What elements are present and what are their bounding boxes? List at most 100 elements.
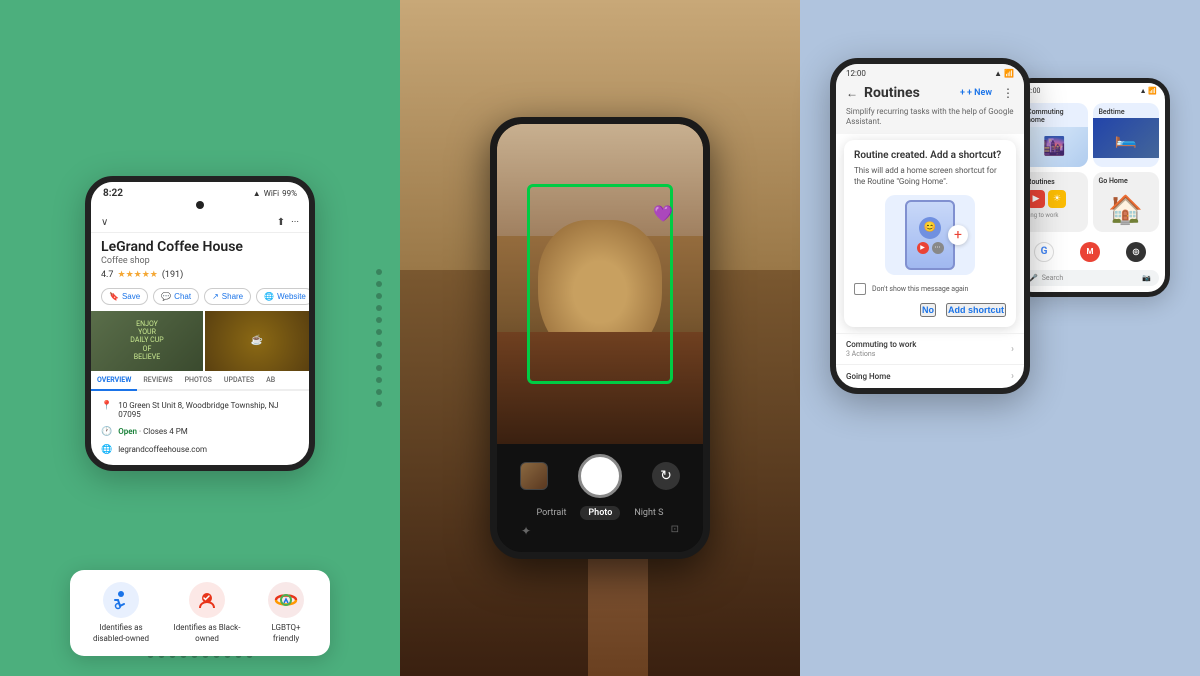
phones-container: 12:00 ▲ 📶 Commuting home 🌆 Bedtime 🛏️ Ro… <box>830 58 1170 618</box>
mode-photo[interactable]: Photo <box>580 506 620 520</box>
dont-show-checkbox[interactable]: Don't show this message again <box>854 283 1006 295</box>
maps-header: ∨ ⬆ ··· <box>91 213 309 233</box>
routine-commuting-title: Commuting to work <box>846 340 1011 349</box>
lgbtq-icon <box>268 582 304 618</box>
chevron-right-icon: › <box>1011 344 1014 355</box>
more-icon[interactable]: ··· <box>291 217 299 228</box>
new-routine-button[interactable]: + + New <box>960 88 992 98</box>
phone-right-back: 12:00 ▲ 📶 Commuting home 🌆 Bedtime 🛏️ Ro… <box>1010 78 1170 297</box>
black-owned-icon <box>189 582 225 618</box>
back-arrow-icon[interactable]: ← <box>846 86 858 100</box>
gmail-icon[interactable]: M <box>1080 242 1100 262</box>
face-emoji: 😊 <box>919 217 941 239</box>
checkbox[interactable] <box>854 283 866 295</box>
back-icon[interactable]: ∨ <box>101 217 108 228</box>
routine-item-commuting[interactable]: Commuting to work 3 Actions › <box>836 333 1024 364</box>
routine-dialog: Routine created. Add a shortcut? This wi… <box>844 140 1016 327</box>
more-options-icon[interactable]: ⋮ <box>1002 86 1014 100</box>
share-icon-btn: ↗ <box>212 292 219 301</box>
battery-icon: 99% <box>282 189 297 198</box>
lens-icon[interactable]: ◎ <box>1126 242 1146 262</box>
routines-subtitle: Simplify recurring tasks with the help o… <box>836 105 1024 134</box>
illo-gray-btn: ⋯ <box>932 242 944 254</box>
routine-going-home-title: Going Home <box>846 372 1011 381</box>
rating-section: 4.7 ★★★★★ (191) <box>91 268 309 284</box>
share-icon[interactable]: ⬆ <box>277 217 285 228</box>
tab-updates[interactable]: UPDATES <box>218 371 260 389</box>
status-bar: 8:22 ▲ WiFi 99% <box>91 182 309 201</box>
camera-dot <box>196 201 204 209</box>
maps-tabs: OVERVIEW REVIEWS PHOTOS UPDATES AB <box>91 371 309 391</box>
illo-red-btn: ▶ <box>917 242 929 254</box>
flip-camera-button[interactable]: ↻ <box>652 462 680 490</box>
place-type: Coffee shop <box>101 256 299 266</box>
gallery-thumbnail[interactable] <box>520 462 548 490</box>
wifi-icon: WiFi <box>264 189 279 198</box>
google-icons-row: G M ◎ <box>1015 238 1165 266</box>
card-commuting-home[interactable]: Commuting home 🌆 <box>1021 103 1088 167</box>
photo-2: ☕ <box>205 311 309 371</box>
focus-box <box>527 184 673 384</box>
save-button[interactable]: 🔖 Save <box>101 288 148 305</box>
camera-modes: Portrait Photo Night S <box>505 506 695 520</box>
phone-illustration: 😊 ▶ ⋯ + <box>905 200 955 270</box>
routine-going-home-info: Going Home <box>846 372 1011 382</box>
website-button[interactable]: 🌐 Website <box>256 288 309 305</box>
dots-decoration-left <box>376 269 382 407</box>
back-status-icons: ▲ 📶 <box>1140 87 1157 95</box>
checkbox-label: Don't show this message again <box>872 285 968 293</box>
photos-section: ENJOYYOURDAILY CUPOFBELIEVE ☕ <box>91 311 309 371</box>
card-go-home[interactable]: Go Home 🏠 <box>1093 172 1160 232</box>
stars-icon: ★★★★★ <box>118 270 158 280</box>
google-icon[interactable]: G <box>1034 242 1054 262</box>
card-routines[interactable]: Routines ▶ ☀ ting to work <box>1021 172 1088 232</box>
website-text: legrandcoffeehouse.com <box>118 445 207 454</box>
tab-photos[interactable]: PHOTOS <box>179 371 218 389</box>
front-status-time: 12:00 <box>846 69 866 78</box>
front-status-icons: ▲ 📶 <box>994 69 1014 78</box>
camera-footer: ↻ Portrait Photo Night S ✦ ⊡ <box>497 444 703 552</box>
go-home-image: 🏠 <box>1093 187 1160 232</box>
routines-icons: ▶ ☀ <box>1027 190 1066 208</box>
tab-overview[interactable]: OVERVIEW <box>91 371 137 391</box>
website-row: 🌐 legrandcoffeehouse.com <box>101 441 299 459</box>
status-time: 8:22 <box>103 188 123 199</box>
sticker: 💜 <box>653 204 673 223</box>
camera-bottom-icons: ✦ ⊡ <box>505 520 695 542</box>
go-home-label: Go Home <box>1093 172 1160 187</box>
add-shortcut-button[interactable]: Add shortcut <box>946 303 1006 317</box>
search-bar-mini[interactable]: 🎤 Search 📷 <box>1021 270 1159 286</box>
settings-icon[interactable]: ✦ <box>521 524 531 538</box>
disabled-icon <box>103 582 139 618</box>
place-name: LeGrand Coffee House <box>101 239 299 255</box>
dialog-title: Routine created. Add a shortcut? <box>854 150 1006 161</box>
routine-item-going-home[interactable]: Going Home › <box>836 364 1024 388</box>
rating-value: 4.7 <box>101 270 114 280</box>
no-button[interactable]: No <box>920 303 936 317</box>
badge-lgbtq: LGBTQ+ friendly <box>258 582 314 644</box>
place-title-section: LeGrand Coffee House Coffee shop <box>91 233 309 268</box>
chat-button[interactable]: 💬 Chat <box>153 288 199 305</box>
photo-1: ENJOYYOURDAILY CUPOFBELIEVE <box>91 311 203 371</box>
shutter-button[interactable] <box>578 454 622 498</box>
front-status-bar: 12:00 ▲ 📶 <box>836 64 1024 81</box>
card-routines-label: Routines <box>1027 178 1055 186</box>
tab-reviews[interactable]: REVIEWS <box>137 371 178 389</box>
routines-title: Routines <box>864 85 954 101</box>
open-status: Open <box>118 427 137 436</box>
illo-buttons: ▶ ⋯ <box>917 242 944 254</box>
add-arrow-icon: + <box>948 225 968 245</box>
chevron-right-icon-2: › <box>1011 371 1014 382</box>
dialog-body: This will add a home screen shortcut for… <box>854 165 1006 187</box>
address-row: 📍 10 Green St Unit 8, Woodbridge Townshi… <box>101 397 299 423</box>
review-count: (191) <box>162 270 183 280</box>
tab-more[interactable]: AB <box>260 371 281 389</box>
share-button[interactable]: ↗ Share <box>204 288 251 305</box>
card-bedtime[interactable]: Bedtime 🛏️ <box>1093 103 1160 167</box>
mode-portrait[interactable]: Portrait <box>533 506 571 520</box>
search-placeholder: Search <box>1042 274 1064 282</box>
badge-black-owned: Identifies as Black-owned <box>172 582 242 644</box>
dialog-illustration: 😊 ▶ ⋯ + <box>885 195 975 275</box>
mode-night[interactable]: Night S <box>630 506 667 520</box>
camera-switch-icon[interactable]: ⊡ <box>671 524 679 538</box>
